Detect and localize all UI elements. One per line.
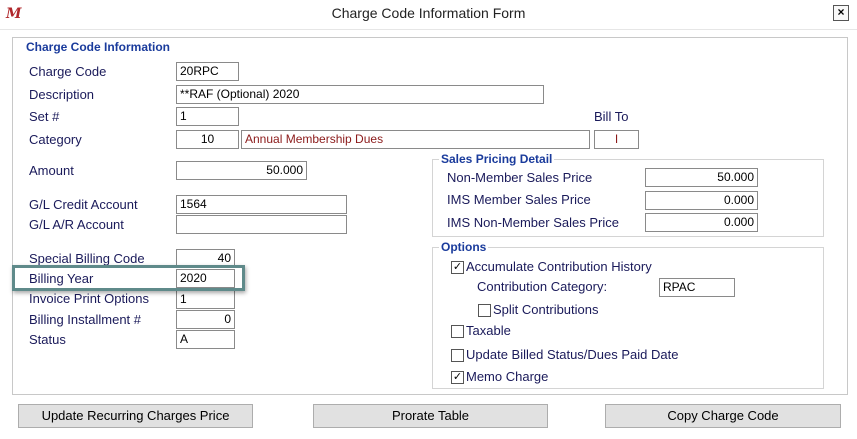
memo-charge-checkbox[interactable]: ✓ [451,371,464,384]
gl-ar-account-field[interactable] [176,215,347,234]
section-title: Charge Code Information [24,40,173,54]
gl-ar-account-label: G/L A/R Account [29,217,124,232]
gl-credit-account-label: G/L Credit Account [29,197,138,212]
charge-code-field[interactable]: 20RPC [176,62,239,81]
prorate-table-button[interactable]: Prorate Table [313,404,548,428]
memo-charge-label: Memo Charge [466,369,549,384]
contribution-category-field[interactable]: RPAC [659,278,735,297]
update-billed-label: Update Billed Status/Dues Paid Date [466,347,679,362]
billing-year-label: Billing Year [29,271,94,286]
set-number-label: Set # [29,109,60,124]
update-billed-checkbox[interactable] [451,349,464,362]
amount-label: Amount [29,163,74,178]
accumulate-label: Accumulate Contribution History [466,259,652,274]
non-member-price-field[interactable]: 50.000 [645,168,758,187]
taxable-checkbox[interactable] [451,325,464,338]
invoice-print-options-label: Invoice Print Options [29,291,149,306]
ims-non-member-price-field[interactable]: 0.000 [645,213,758,232]
contribution-category-label: Contribution Category: [477,279,608,294]
billing-year-field[interactable]: 2020 [176,269,235,288]
split-contributions-checkbox[interactable] [478,304,491,317]
window-title: Charge Code Information Form [331,5,526,21]
accumulate-checkbox[interactable]: ✓ [451,261,464,274]
billing-installment-field[interactable]: 0 [176,310,235,329]
split-contributions-label: Split Contributions [493,302,599,317]
title-bar: M Charge Code Information Form × [0,0,857,30]
ims-member-price-label: IMS Member Sales Price [447,192,591,207]
description-field[interactable]: **RAF (Optional) 2020 [176,85,544,104]
amount-field[interactable]: 50.000 [176,161,307,180]
set-number-field[interactable]: 1 [176,107,239,126]
category-name-field: Annual Membership Dues [241,130,590,149]
status-label: Status [29,332,66,347]
ims-member-price-field[interactable]: 0.000 [645,191,758,210]
update-recurring-charges-button[interactable]: Update Recurring Charges Price [18,404,253,428]
category-code-field[interactable]: 10 [176,130,239,149]
ims-non-member-price-label: IMS Non-Member Sales Price [447,215,619,230]
charge-code-label: Charge Code [29,64,107,79]
copy-charge-code-button[interactable]: Copy Charge Code [605,404,841,428]
bill-to-label: Bill To [594,109,629,124]
taxable-label: Taxable [466,323,511,338]
special-billing-code-label: Special Billing Code [29,251,145,266]
gl-credit-account-field[interactable]: 1564 [176,195,347,214]
billing-installment-label: Billing Installment # [29,312,141,327]
close-button[interactable]: × [833,5,849,21]
status-field[interactable]: A [176,330,235,349]
sales-pricing-title: Sales Pricing Detail [439,152,555,166]
bill-to-field[interactable]: I [594,130,639,149]
invoice-print-options-field[interactable]: 1 [176,290,235,309]
description-label: Description [29,87,95,102]
category-label: Category [29,132,82,147]
non-member-price-label: Non-Member Sales Price [447,170,593,185]
options-title: Options [439,240,489,254]
